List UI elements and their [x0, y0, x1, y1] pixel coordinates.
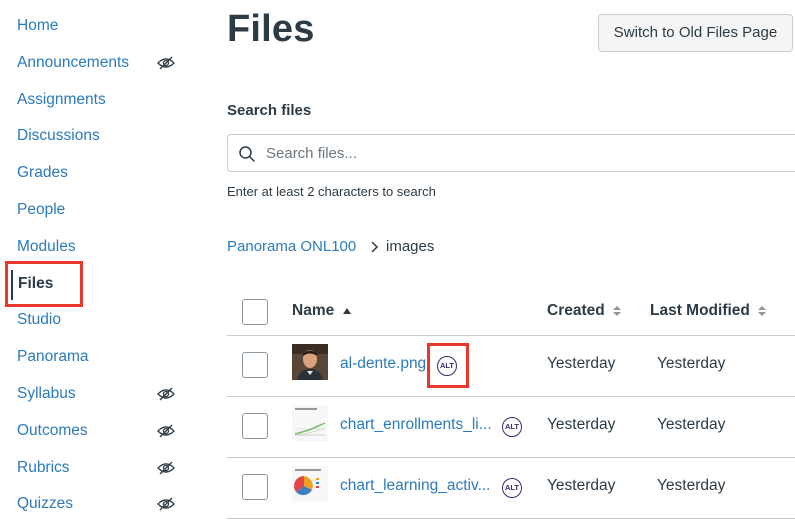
modified-date: Yesterday	[657, 355, 726, 372]
file-name-link[interactable]: chart_enrollments_li...	[340, 416, 492, 434]
file-thumbnail	[292, 466, 328, 502]
file-name-link[interactable]: chart_learning_activ...	[340, 477, 491, 495]
alt-text-badge[interactable]: ALT	[502, 417, 522, 437]
nav-modules[interactable]: Modules	[17, 235, 76, 259]
created-date: Yesterday	[547, 355, 616, 372]
nav-people[interactable]: People	[17, 198, 65, 222]
eye-slash-icon	[157, 461, 175, 475]
column-created-label: Created	[547, 302, 605, 319]
sort-icon	[758, 305, 767, 316]
column-name-label: Name	[292, 302, 335, 319]
column-header-created[interactable]: Created	[547, 302, 622, 320]
nav-syllabus[interactable]: Syllabus	[17, 382, 76, 406]
breadcrumb-current: images	[386, 238, 435, 255]
page-title: Files	[227, 8, 315, 50]
sort-ascending-icon	[342, 307, 351, 314]
breadcrumb-parent-link[interactable]: Panorama ONL100	[227, 238, 356, 255]
search-input[interactable]	[266, 141, 766, 165]
eye-slash-icon	[157, 56, 175, 70]
modified-date: Yesterday	[657, 416, 726, 433]
row-checkbox[interactable]	[242, 352, 268, 378]
chevron-right-icon	[371, 241, 379, 253]
table-divider	[227, 396, 795, 397]
modified-date: Yesterday	[657, 477, 726, 494]
eye-slash-icon	[157, 497, 175, 511]
nav-studio[interactable]: Studio	[17, 308, 61, 332]
row-checkbox[interactable]	[242, 413, 268, 439]
nav-panorama[interactable]: Panorama	[17, 345, 89, 369]
file-name-link[interactable]: al-dente.png	[340, 355, 426, 373]
row-checkbox[interactable]	[242, 474, 268, 500]
nav-outcomes[interactable]: Outcomes	[17, 419, 88, 443]
nav-rubrics[interactable]: Rubrics	[17, 456, 70, 480]
created-date: Yesterday	[547, 477, 616, 494]
search-hint: Enter at least 2 characters to search	[227, 184, 436, 199]
file-thumbnail	[292, 405, 328, 441]
column-header-modified[interactable]: Last Modified	[650, 302, 767, 320]
table-divider	[227, 518, 795, 519]
file-thumbnail	[292, 344, 328, 380]
search-icon	[239, 146, 255, 162]
files-highlight-box	[5, 261, 83, 307]
sort-icon	[613, 305, 622, 316]
select-all-checkbox[interactable]	[242, 299, 268, 325]
eye-slash-icon	[157, 424, 175, 438]
course-navigation: Home Announcements Assignments Discussio…	[0, 0, 190, 521]
nav-assignments[interactable]: Assignments	[17, 88, 106, 112]
search-field[interactable]	[227, 134, 795, 172]
nav-announcements[interactable]: Announcements	[17, 51, 129, 75]
switch-old-files-button[interactable]: Switch to Old Files Page	[598, 14, 793, 52]
nav-grades[interactable]: Grades	[17, 161, 68, 185]
created-date: Yesterday	[547, 416, 616, 433]
column-header-name[interactable]: Name	[292, 302, 351, 320]
nav-quizzes[interactable]: Quizzes	[17, 492, 73, 516]
nav-home[interactable]: Home	[17, 14, 58, 38]
table-divider	[227, 457, 795, 458]
eye-slash-icon	[157, 387, 175, 401]
nav-discussions[interactable]: Discussions	[17, 124, 100, 148]
alt-highlight-box	[427, 343, 469, 388]
search-label: Search files	[227, 102, 312, 119]
column-modified-label: Last Modified	[650, 302, 750, 319]
table-divider	[227, 335, 795, 336]
alt-text-badge[interactable]: ALT	[502, 478, 522, 498]
